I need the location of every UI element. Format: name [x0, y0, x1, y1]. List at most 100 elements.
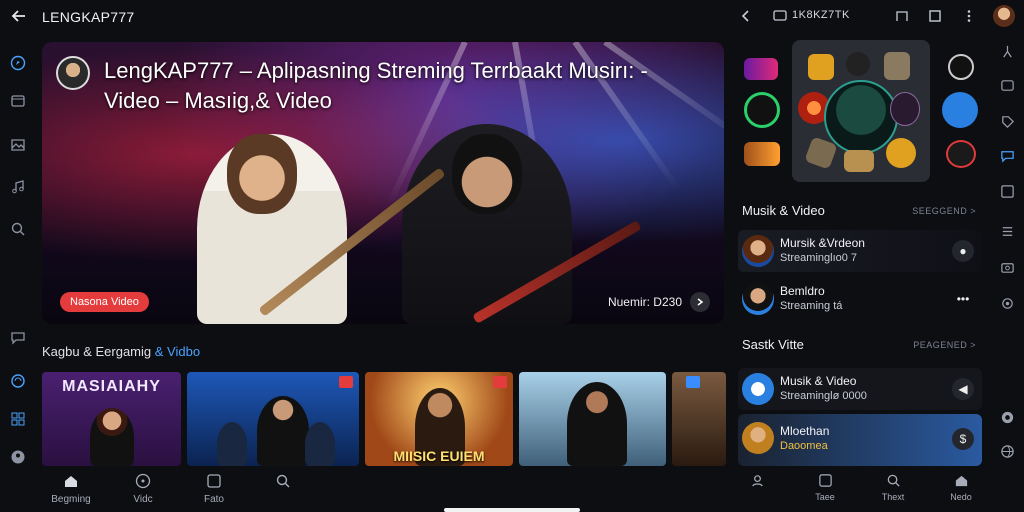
right-nav-item[interactable]: Thext	[868, 472, 918, 502]
avatar	[742, 422, 774, 454]
right-nav-item[interactable]: Taee	[800, 472, 850, 502]
list-item-subtitle: Streaminglıo0 7	[780, 252, 858, 264]
back-arrow-icon[interactable]	[10, 7, 28, 25]
record-icon[interactable]	[998, 408, 1016, 426]
tv-icon[interactable]	[772, 8, 788, 24]
image-icon[interactable]	[998, 76, 1016, 94]
featured-disc-icon	[824, 80, 898, 154]
list-item[interactable]: Bemldro Streaming tá •••	[738, 278, 982, 320]
user-avatar[interactable]	[993, 5, 1015, 27]
nav-photo[interactable]: Fato	[179, 472, 249, 505]
list-icon[interactable]	[998, 222, 1016, 240]
list-item[interactable]: Musik & Video Streaminglø 0000 ◀	[738, 368, 982, 410]
see-more-link[interactable]: PEAGENED >	[913, 340, 976, 350]
list-item[interactable]: Mloethan Daoomea $	[738, 414, 982, 466]
nav-video[interactable]: Vidc	[108, 472, 178, 505]
list-item-subtitle: Streaminglø 0000	[780, 390, 867, 402]
thumbnail-label: MIISIC EUIEM	[393, 448, 485, 464]
avatar	[742, 235, 774, 267]
hero-title: LengKAP777 – Aplipasning Streming Terrba…	[104, 58, 648, 113]
list-item-subtitle: Daoomea	[780, 440, 828, 452]
hero-meta: Nuemir: D230	[607, 295, 682, 309]
nav-label: Fato	[203, 494, 224, 505]
chevron-right-icon[interactable]	[690, 292, 710, 312]
square-icon[interactable]	[927, 8, 943, 24]
section-title-accent[interactable]: & Vidbo	[155, 344, 200, 359]
list-item-title: Mloethan	[780, 424, 830, 438]
nav-label: Thext	[881, 492, 905, 502]
settings-icon[interactable]	[998, 294, 1016, 312]
nav-home[interactable]: Begming	[36, 472, 106, 505]
explore-icon[interactable]	[9, 54, 27, 72]
nav-label: Begming	[51, 494, 91, 505]
square-icon	[205, 472, 223, 490]
app-logo-icon	[808, 54, 834, 80]
right-top-title: 1K8KZ7TK	[792, 9, 850, 21]
list-item[interactable]: Mursik &Vrdeon Streaminglıo0 7 ●	[738, 230, 982, 272]
square-icon	[817, 472, 833, 488]
app-logo-icon	[942, 92, 978, 128]
app-logo-icon	[744, 142, 780, 166]
hero-banner[interactable]: LengKAP777 – Aplipasning Streming Terrba…	[42, 42, 724, 324]
tag-icon[interactable]	[998, 112, 1016, 130]
video-thumbnail[interactable]	[187, 372, 359, 466]
avatar	[742, 283, 774, 315]
video-thumbnail[interactable]: MIISIC EUIEM	[365, 372, 513, 466]
record-icon[interactable]: ●	[952, 240, 974, 262]
person-icon[interactable]	[998, 42, 1016, 60]
profile-icon[interactable]	[9, 448, 27, 466]
right-nav-item[interactable]: Nedo	[936, 472, 986, 502]
avatar	[846, 52, 870, 76]
app-logo-icon	[744, 58, 778, 80]
right-nav-item[interactable]	[732, 472, 782, 492]
grid-icon[interactable]	[9, 410, 27, 428]
performer-image	[217, 422, 247, 466]
video-thumbnail[interactable]: MASIAIAHY	[42, 372, 181, 466]
chevron-left-icon[interactable]	[738, 8, 754, 24]
channel-avatar[interactable]	[56, 56, 90, 90]
hero-badge[interactable]: Nasona Video	[60, 292, 149, 312]
video-thumbnail[interactable]	[519, 372, 666, 466]
music-note-icon[interactable]	[9, 178, 27, 196]
list-item-title: Musik & Video	[780, 374, 857, 388]
live-tag-icon	[339, 376, 353, 388]
video-thumbnail[interactable]	[672, 372, 726, 466]
app-collage[interactable]	[736, 40, 980, 188]
see-more-link[interactable]: SEEGGEND >	[912, 206, 976, 216]
performer-image	[257, 396, 309, 466]
app-logo-icon	[884, 52, 910, 80]
chat-icon[interactable]	[9, 328, 27, 346]
play-icon[interactable]: ◀	[952, 378, 974, 400]
bottom-nav: Begming Vidc Fato	[36, 468, 726, 512]
right-section-title: Sastk Vitte	[742, 337, 804, 352]
refresh-icon[interactable]	[9, 372, 27, 390]
photo-icon[interactable]	[9, 136, 27, 154]
more-horizontal-icon[interactable]: •••	[952, 288, 974, 310]
home-indicator[interactable]	[444, 508, 580, 512]
nav-search[interactable]	[248, 472, 318, 494]
dollar-icon[interactable]: $	[952, 428, 974, 450]
list-item-title: Mursik &Vrdeon	[780, 236, 865, 250]
section-title: Kagbu & Eergamig & Vidbo	[42, 344, 200, 359]
more-vertical-icon[interactable]	[961, 8, 977, 24]
search-icon[interactable]	[9, 220, 27, 238]
window-icon[interactable]	[998, 182, 1016, 200]
camera-icon[interactable]	[998, 258, 1016, 276]
chat-icon[interactable]	[998, 146, 1016, 164]
app-logo-icon	[844, 150, 874, 172]
performer-image	[567, 382, 627, 466]
cast-icon[interactable]	[894, 8, 910, 24]
section-title-text: Kagbu & Eergamig	[42, 344, 152, 359]
vinyl-icon	[744, 92, 780, 128]
performer-image	[90, 408, 134, 466]
app-title: LENGKAP777	[42, 9, 135, 25]
home-icon	[953, 472, 969, 488]
library-icon[interactable]	[9, 92, 27, 110]
right-section-title: Musik & Video	[742, 203, 825, 218]
live-tag-icon	[493, 376, 507, 388]
user-icon	[749, 472, 765, 488]
nav-label: Taee	[815, 492, 835, 502]
left-rail	[0, 44, 36, 464]
app-logo-icon	[886, 138, 916, 168]
globe-icon[interactable]	[998, 442, 1016, 460]
